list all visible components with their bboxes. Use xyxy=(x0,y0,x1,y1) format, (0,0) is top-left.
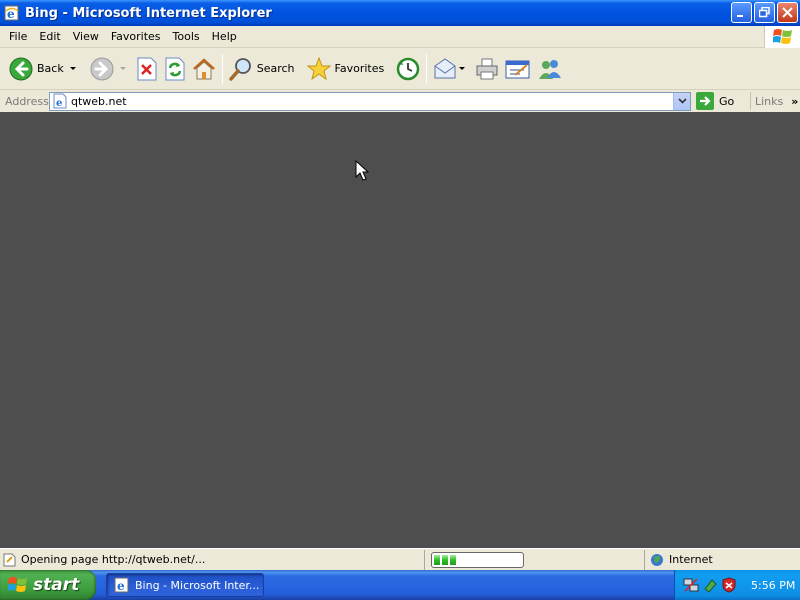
toolbar-separator xyxy=(221,53,223,84)
start-button[interactable]: start xyxy=(0,570,96,600)
page-icon: e xyxy=(53,93,67,109)
security-zone: Internet xyxy=(645,550,713,570)
edit-button[interactable] xyxy=(502,51,534,87)
search-icon xyxy=(228,57,251,81)
ie-window-icon: e xyxy=(114,577,129,593)
print-button[interactable] xyxy=(472,51,502,87)
safely-remove-hardware-icon[interactable] xyxy=(702,577,718,593)
stop-icon xyxy=(137,57,157,80)
start-label: start xyxy=(33,575,80,595)
back-label: Back xyxy=(37,62,64,75)
standard-toolbar: Back Search Favorites xyxy=(0,48,800,90)
history-button[interactable] xyxy=(393,51,423,87)
address-bar: Address e qtweb.net Go Links » xyxy=(0,90,800,112)
status-message: Opening page http://qtweb.net/... xyxy=(0,549,425,570)
progress-bar xyxy=(431,551,524,568)
progress-chunk xyxy=(450,554,456,565)
menu-bar: File Edit View Favorites Tools Help xyxy=(0,26,800,48)
links-label[interactable]: Links xyxy=(755,95,783,108)
taskbar-item-internet-explorer[interactable]: e Bing - Microsoft Inter... xyxy=(106,573,264,597)
favorites-star-icon xyxy=(306,56,331,80)
progress-section xyxy=(425,549,645,570)
edit-icon xyxy=(505,60,530,78)
messenger-button[interactable] xyxy=(534,51,566,87)
mouse-cursor-icon xyxy=(355,160,369,181)
system-tray: 5:56 PM xyxy=(674,570,800,600)
windows-logo-icon xyxy=(764,26,800,48)
network-icon[interactable] xyxy=(683,577,699,593)
restore-button[interactable] xyxy=(754,2,775,23)
history-icon xyxy=(396,57,420,80)
mail-button[interactable] xyxy=(430,51,468,87)
menu-file[interactable]: File xyxy=(0,30,33,43)
globe-icon xyxy=(651,553,663,566)
progress-chunk xyxy=(442,554,448,565)
taskbar-item-label: Bing - Microsoft Inter... xyxy=(135,578,260,592)
mail-dropdown-icon[interactable] xyxy=(459,67,466,70)
menu-view[interactable]: View xyxy=(67,30,105,43)
favorites-button[interactable]: Favorites xyxy=(304,51,388,87)
links-separator xyxy=(750,92,751,110)
restore-icon xyxy=(759,7,770,18)
search-label: Search xyxy=(256,62,295,75)
refresh-button[interactable] xyxy=(161,51,189,87)
window-title: Bing - Microsoft Internet Explorer xyxy=(25,5,272,21)
menu-help[interactable]: Help xyxy=(206,30,243,43)
back-arrow-icon xyxy=(9,57,33,80)
status-bar: Opening page http://qtweb.net/... Intern… xyxy=(0,548,800,570)
ie-logo-icon: e xyxy=(4,5,20,21)
printer-icon xyxy=(476,58,498,79)
security-shield-icon[interactable] xyxy=(721,577,737,593)
stop-button[interactable] xyxy=(133,51,161,87)
page-content-area[interactable] xyxy=(0,112,800,548)
home-button[interactable] xyxy=(189,51,219,87)
forward-dropdown-icon[interactable] xyxy=(119,67,126,70)
toolbar-separator xyxy=(426,53,428,84)
address-value: qtweb.net xyxy=(71,94,127,108)
back-button[interactable]: Back xyxy=(6,51,79,87)
menu-edit[interactable]: Edit xyxy=(33,30,66,43)
taskbar: start e Bing - Microsoft Inter... 5:56 P… xyxy=(0,570,800,600)
title-bar[interactable]: e Bing - Microsoft Internet Explorer xyxy=(0,0,800,26)
mail-icon xyxy=(434,57,456,78)
loading-page-icon xyxy=(3,553,16,566)
address-dropdown-button[interactable] xyxy=(673,92,690,110)
search-button[interactable]: Search xyxy=(226,51,298,87)
clock: 5:56 PM xyxy=(751,578,796,592)
messenger-icon xyxy=(539,59,562,79)
status-text: Opening page http://qtweb.net/... xyxy=(21,553,206,566)
chevron-double-right-icon[interactable]: » xyxy=(791,95,798,108)
close-button[interactable] xyxy=(777,2,798,23)
svg-text:e: e xyxy=(56,98,62,109)
go-label: Go xyxy=(719,94,735,108)
windows-flag-icon xyxy=(8,577,27,592)
menu-favorites[interactable]: Favorites xyxy=(105,30,167,43)
go-button[interactable]: Go xyxy=(696,92,750,110)
go-arrow-icon xyxy=(696,92,714,110)
zone-label: Internet xyxy=(669,553,713,566)
refresh-icon xyxy=(165,57,185,80)
home-icon xyxy=(192,57,215,79)
progress-chunk xyxy=(434,554,440,565)
address-input[interactable]: e qtweb.net xyxy=(49,91,691,111)
back-dropdown-icon[interactable] xyxy=(69,67,76,70)
menu-tools[interactable]: Tools xyxy=(167,30,206,43)
chevron-down-icon xyxy=(677,98,687,104)
forward-button[interactable] xyxy=(87,51,129,87)
address-label: Address xyxy=(5,94,49,108)
minimize-icon xyxy=(737,15,743,17)
minimize-button[interactable] xyxy=(731,2,752,23)
svg-text:e: e xyxy=(117,579,125,593)
forward-arrow-icon xyxy=(90,57,114,80)
close-icon xyxy=(782,7,793,18)
favorites-label: Favorites xyxy=(334,62,385,75)
